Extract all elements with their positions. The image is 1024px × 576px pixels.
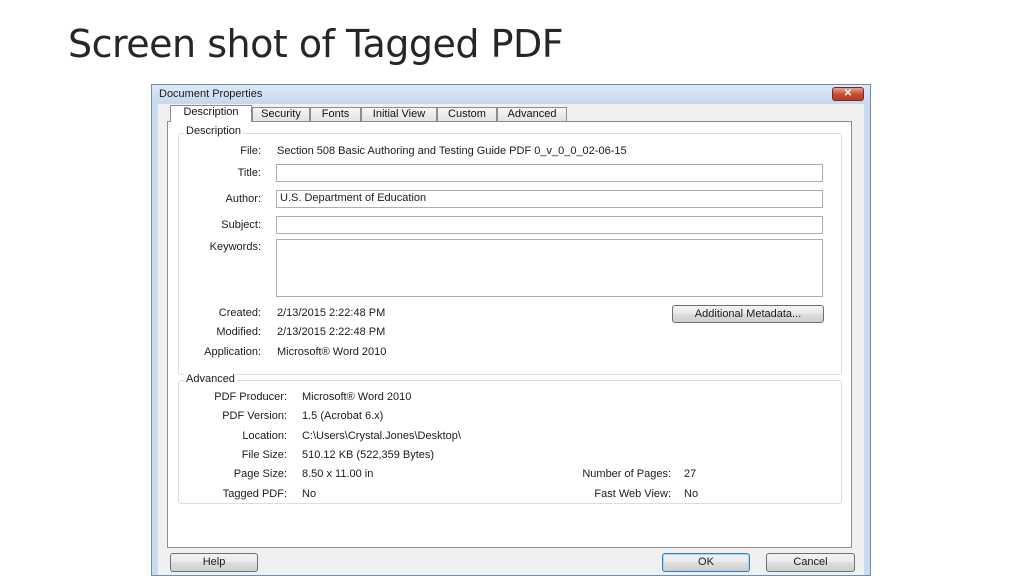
document-properties-dialog: Document Properties ✕ Description Securi… <box>151 84 871 576</box>
fast-web-view-label: Fast Web View: <box>594 488 671 500</box>
fast-web-view-value: No <box>684 488 699 500</box>
slide-title: Screen shot of Tagged PDF <box>68 22 564 66</box>
location-label: Location: <box>242 430 287 442</box>
dialog-titlebar: Document Properties ✕ <box>152 85 870 104</box>
application-value: Microsoft® Word 2010 <box>277 346 387 358</box>
keywords-field[interactable] <box>276 239 823 297</box>
dialog-title: Document Properties <box>159 88 263 100</box>
subject-label: Subject: <box>221 219 261 231</box>
number-of-pages-value: 27 <box>684 468 697 480</box>
page-size-value: 8.50 x 11.00 in <box>302 468 374 480</box>
created-label: Created: <box>218 307 261 319</box>
dialog-client-area: Description Security Fonts Initial View … <box>158 104 864 575</box>
tagged-pdf-value: No <box>302 488 317 500</box>
pdf-version-label: PDF Version: <box>222 410 287 422</box>
application-label: Application: <box>204 346 261 358</box>
tab-fonts[interactable]: Fonts <box>310 107 361 121</box>
created-value: 2/13/2015 2:22:48 PM <box>277 307 386 319</box>
keywords-label: Keywords: <box>209 241 261 253</box>
file-size-value: 510.12 KB (522,359 Bytes) <box>302 449 435 461</box>
pdf-producer-value: Microsoft® Word 2010 <box>302 391 412 403</box>
pdf-producer-label: PDF Producer: <box>214 391 287 403</box>
author-label: Author: <box>225 193 261 205</box>
modified-value: 2/13/2015 2:22:48 PM <box>277 326 386 338</box>
modified-label: Modified: <box>216 326 261 338</box>
title-label: Title: <box>237 167 261 179</box>
tab-description[interactable]: Description <box>170 105 252 122</box>
file-size-label: File Size: <box>241 449 287 461</box>
subject-field[interactable] <box>276 216 823 234</box>
description-tab-panel: Description File: Section 508 Basic Auth… <box>167 121 852 548</box>
advanced-legend: Advanced <box>184 373 237 385</box>
description-legend: Description <box>184 125 244 137</box>
tagged-pdf-label: Tagged PDF: <box>222 488 287 500</box>
page-size-label: Page Size: <box>233 468 287 480</box>
tab-initial-view[interactable]: Initial View <box>361 107 437 121</box>
ok-button[interactable]: OK <box>662 553 750 572</box>
pdf-version-value: 1.5 (Acrobat 6.x) <box>302 410 384 422</box>
title-field[interactable] <box>276 164 823 182</box>
file-label: File: <box>240 145 261 157</box>
tab-security[interactable]: Security <box>252 107 310 121</box>
additional-metadata-button[interactable]: Additional Metadata... <box>672 305 824 323</box>
author-field[interactable]: U.S. Department of Education <box>276 190 823 208</box>
number-of-pages-label: Number of Pages: <box>582 468 671 480</box>
cancel-button[interactable]: Cancel <box>766 553 855 572</box>
file-value: Section 508 Basic Authoring and Testing … <box>277 145 627 157</box>
location-value: C:\Users\Crystal.Jones\Desktop\ <box>302 430 461 442</box>
tab-custom[interactable]: Custom <box>437 107 497 121</box>
help-button[interactable]: Help <box>170 553 258 572</box>
close-icon[interactable]: ✕ <box>832 87 864 101</box>
tab-advanced[interactable]: Advanced <box>497 107 567 121</box>
